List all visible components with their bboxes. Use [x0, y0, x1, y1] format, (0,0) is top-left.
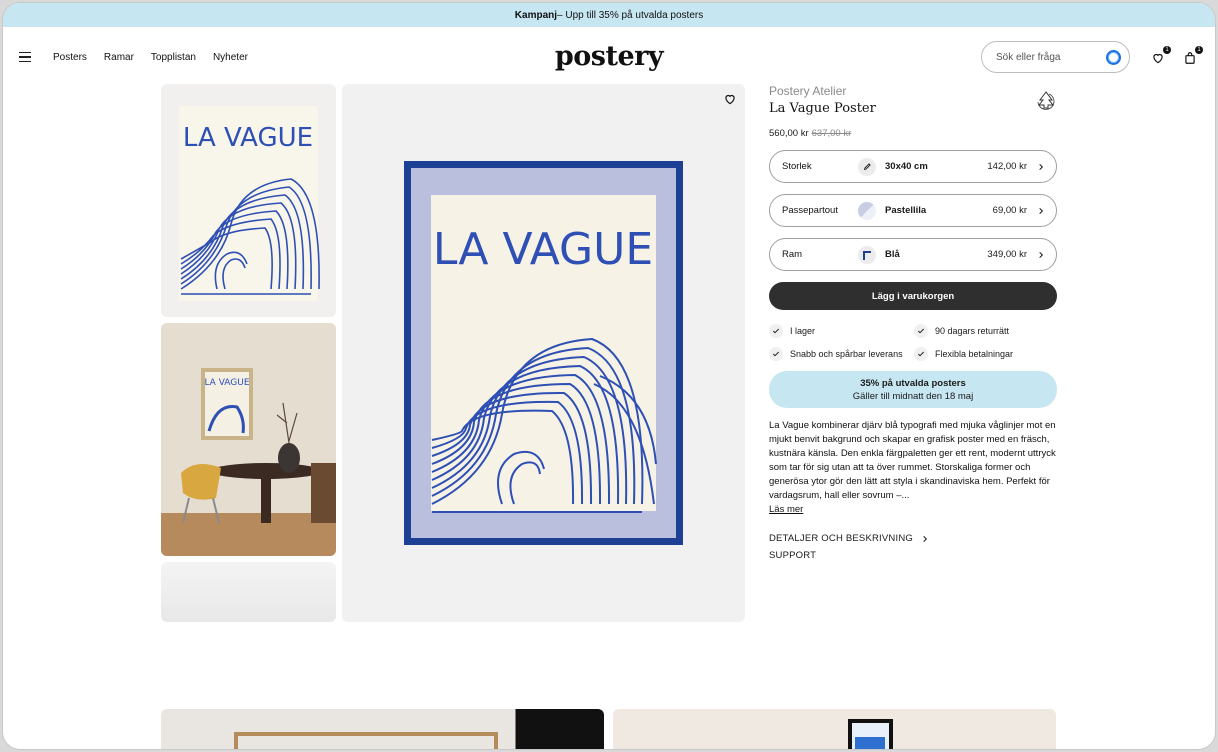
- deal-title: 35% på utvalda posters: [860, 377, 966, 389]
- nav-nyheter[interactable]: Nyheter: [213, 52, 248, 63]
- nav-posters[interactable]: Posters: [53, 52, 87, 63]
- read-more-link[interactable]: Läs mer: [769, 503, 803, 517]
- product-brand[interactable]: Postery Atelier: [769, 84, 1057, 98]
- option-price: 69,00 kr: [992, 205, 1027, 216]
- wishlist-badge: 1: [1163, 46, 1171, 54]
- usp-text: 90 dagars returrätt: [935, 326, 1010, 336]
- promo-banner[interactable]: Kampanj – Upp till 35% på utvalda poster…: [3, 3, 1215, 27]
- product-title: La Vague Poster: [769, 101, 876, 116]
- option-label: Storlek: [782, 161, 812, 172]
- search-input[interactable]: Sök eller fråga: [981, 41, 1130, 73]
- ai-search-icon[interactable]: [1106, 49, 1121, 65]
- option-passepartout[interactable]: Passepartout Pastellila 69,00 kr: [769, 194, 1057, 227]
- frame-swatch: [858, 245, 876, 264]
- option-frame[interactable]: Ram Blå 349,00 kr: [769, 238, 1057, 271]
- option-size[interactable]: Storlek 30x40 cm 142,00 kr: [769, 150, 1057, 183]
- support-label: SUPPORT: [769, 550, 817, 561]
- option-value: Pastellila: [885, 205, 927, 216]
- usp-item: Snabb och spårbar leverans: [769, 347, 914, 361]
- usp-item: 90 dagars returrätt: [914, 324, 1057, 338]
- favorite-button[interactable]: [723, 92, 737, 106]
- thumbnail-poster[interactable]: LA VAGUE: [161, 84, 336, 317]
- search-placeholder: Sök eller fråga: [996, 51, 1061, 63]
- chevron-right-icon: [1039, 163, 1044, 170]
- old-price: 637,00 kr: [811, 128, 852, 139]
- usp-list: I lager 90 dagars returrätt Snabb och sp…: [769, 324, 1057, 361]
- site-header: Posters Ramar Topplistan Nyheter postery…: [3, 27, 1215, 87]
- thumbnail-detail[interactable]: [161, 562, 336, 622]
- thumb-art-title: LA VAGUE: [183, 123, 313, 153]
- option-value: 30x40 cm: [885, 161, 928, 172]
- current-price: 560,00 kr: [769, 128, 809, 139]
- description-text: La Vague kombinerar djärv blå typografi …: [769, 420, 1056, 501]
- details-label: DETALJER OCH BESKRIVNING: [769, 533, 913, 544]
- color-swatch: [858, 201, 876, 220]
- accordion: DETALJER OCH BESKRIVNING SUPPORT: [769, 530, 1057, 564]
- hamburger-menu-icon[interactable]: [19, 52, 31, 62]
- usp-text: Flexibla betalningar: [935, 349, 1014, 359]
- thumbnail-room[interactable]: LA VAGUE: [161, 323, 336, 556]
- heart-icon: [1153, 53, 1163, 64]
- price-row: 560,00 kr 637,00 kr: [769, 128, 1057, 139]
- option-value: Blå: [885, 249, 900, 260]
- site-logo[interactable]: postery: [555, 41, 664, 72]
- usp-item: I lager: [769, 324, 914, 338]
- option-price: 142,00 kr: [987, 161, 1027, 172]
- chevron-right-icon: [1039, 207, 1044, 214]
- usp-text: I lager: [790, 326, 816, 336]
- check-icon: [914, 324, 928, 338]
- promo-text: – Upp till 35% på utvalda posters: [557, 9, 704, 21]
- details-accordion[interactable]: DETALJER OCH BESKRIVNING: [769, 530, 1057, 547]
- browser-frame: Kampanj – Upp till 35% på utvalda poster…: [2, 2, 1216, 750]
- check-icon: [769, 324, 783, 338]
- chevron-right-icon: [923, 535, 928, 542]
- usp-text: Snabb och spårbar leverans: [790, 349, 903, 359]
- inspiration-card-left[interactable]: [161, 709, 604, 749]
- inspiration-card-right[interactable]: [613, 709, 1056, 749]
- promo-bold: Kampanj: [514, 9, 558, 21]
- option-label: Ram: [782, 249, 803, 260]
- svg-text:LA VAGUE: LA VAGUE: [204, 378, 249, 388]
- check-icon: [914, 347, 928, 361]
- support-accordion[interactable]: SUPPORT: [769, 547, 1057, 564]
- add-to-cart-button[interactable]: Lägg i varukorgen: [769, 282, 1057, 310]
- pencil-icon: [858, 157, 876, 176]
- nav-ramar[interactable]: Ramar: [104, 52, 134, 63]
- usp-item: Flexibla betalningar: [914, 347, 1057, 361]
- nav-topplistan[interactable]: Topplistan: [151, 52, 196, 63]
- main-nav: Posters Ramar Topplistan Nyheter: [53, 52, 248, 63]
- product-panel: Postery Atelier La Vague Poster 560,00 k…: [769, 84, 1057, 564]
- option-price: 349,00 kr: [987, 249, 1027, 260]
- main-product-image: LA VAGUE: [342, 84, 745, 622]
- room-scene-image: LA VAGUE: [161, 323, 336, 556]
- product-description: La Vague kombinerar djärv blå typografi …: [769, 419, 1057, 517]
- fsc-logo-icon: [1037, 91, 1055, 110]
- check-icon: [769, 347, 783, 361]
- main-art-title: LA VAGUE: [433, 224, 653, 275]
- bag-icon: [1185, 52, 1195, 64]
- heart-icon: [725, 94, 735, 105]
- framed-poster-art: LA VAGUE: [404, 161, 683, 545]
- cart-button[interactable]: 1: [1183, 46, 1203, 65]
- cart-badge: 1: [1195, 46, 1203, 54]
- deal-subtitle: Gäller till midnatt den 18 maj: [852, 390, 974, 402]
- wishlist-button[interactable]: 1: [1151, 46, 1171, 65]
- chevron-right-icon: [1039, 251, 1044, 258]
- poster-thumb-art: LA VAGUE: [179, 106, 320, 301]
- deal-banner: 35% på utvalda posters Gäller till midna…: [769, 371, 1057, 408]
- option-label: Passepartout: [782, 205, 838, 216]
